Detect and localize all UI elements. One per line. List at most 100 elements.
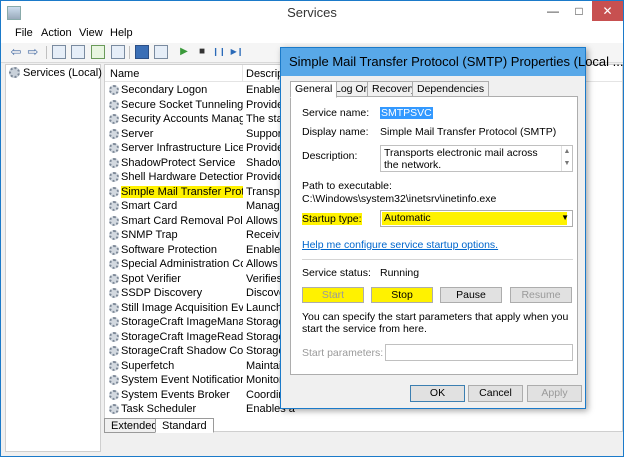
service-gear-icon — [109, 157, 119, 168]
window-title: Services — [287, 5, 337, 20]
service-gear-icon — [109, 143, 119, 153]
service-gear-icon — [109, 375, 119, 385]
service-name: Task Scheduler — [121, 403, 197, 415]
start-parameters-label: Start parameters: — [302, 347, 384, 359]
start-service-icon[interactable]: ▶ — [177, 45, 191, 59]
service-gear-icon — [109, 186, 119, 197]
column-header-name[interactable]: Name — [110, 68, 139, 80]
dialog-title-bar: Simple Mail Transfer Protocol (SMTP) Pro… — [281, 48, 624, 76]
path-label: Path to executable: — [302, 180, 392, 192]
divider — [302, 259, 573, 260]
pause-service-icon[interactable]: ❙❙ — [212, 45, 226, 59]
service-name: SSDP Discovery — [121, 287, 203, 299]
refresh-icon[interactable] — [91, 45, 105, 59]
close-button[interactable]: ✕ — [592, 1, 623, 21]
service-name: Still Image Acquisition Events — [121, 301, 243, 314]
service-gear-icon — [109, 230, 119, 240]
service-gear-icon — [109, 317, 119, 327]
startup-help-link[interactable]: Help me configure service startup option… — [302, 239, 498, 251]
service-gear-icon — [109, 389, 119, 400]
service-name: Spot Verifier — [121, 272, 181, 285]
toolbar-separator — [129, 46, 130, 59]
service-name-label: Service name: — [302, 107, 370, 119]
maximize-button[interactable]: □ — [567, 1, 591, 21]
service-status-value: Running — [380, 267, 420, 279]
description-scrollbar[interactable]: ▲ ▼ — [561, 146, 572, 171]
export-list-icon[interactable] — [111, 45, 125, 59]
title-bar: Services — □ ✕ — [1, 1, 623, 25]
service-gear-icon — [109, 360, 119, 371]
apply-button[interactable]: Apply — [527, 385, 582, 402]
tab-general[interactable]: General — [290, 81, 338, 98]
console-tree-icon[interactable] — [52, 45, 66, 59]
startup-type-select[interactable]: Automatic ▼ — [380, 210, 573, 227]
pause-button[interactable]: Pause — [440, 287, 502, 303]
service-name: Shell Hardware Detection — [121, 171, 243, 183]
column-divider[interactable] — [242, 65, 243, 82]
chevron-down-icon[interactable]: ▼ — [561, 213, 569, 222]
startup-type-label: Startup type: — [302, 213, 362, 225]
tab-standard[interactable]: Standard — [155, 418, 214, 433]
tab-dependencies[interactable]: Dependencies — [412, 81, 490, 97]
description-box[interactable]: Transports electronic mail across the ne… — [380, 145, 573, 172]
service-name: SNMP Trap — [121, 229, 178, 241]
restart-service-icon[interactable]: ▶❙ — [230, 45, 244, 59]
cancel-button[interactable]: Cancel — [468, 385, 523, 402]
service-gear-icon — [109, 114, 119, 124]
service-gear-icon — [109, 99, 119, 110]
display-name-label: Display name: — [302, 126, 369, 138]
service-gear-icon — [109, 346, 119, 356]
service-name-value[interactable]: SMTPSVC — [380, 107, 433, 119]
services-gear-icon — [9, 67, 20, 78]
forward-arrow-icon[interactable]: ⇨ — [26, 45, 40, 59]
service-name: StorageCraft ImageReady — [121, 330, 243, 343]
service-name: Secure Socket Tunneling Pr... — [121, 98, 243, 111]
service-gear-icon — [109, 331, 119, 342]
ok-button[interactable]: OK — [410, 385, 465, 402]
service-name: Software Protection — [121, 243, 217, 256]
dialog-title: Simple Mail Transfer Protocol (SMTP) Pro… — [289, 54, 624, 69]
description-text: Transports electronic mail across the ne… — [384, 147, 538, 171]
service-gear-icon — [109, 273, 119, 284]
service-name: System Events Broker — [121, 388, 230, 401]
menu-view[interactable]: View — [79, 27, 103, 39]
tree-item-label: Services (Local) — [23, 67, 102, 79]
menu-file[interactable]: File — [15, 27, 33, 39]
service-name: System Event Notification S... — [121, 374, 243, 386]
menu-action[interactable]: Action — [41, 27, 72, 39]
service-name: Secondary Logon — [121, 84, 208, 96]
service-name-text[interactable]: SMTPSVC — [380, 107, 433, 119]
service-gear-icon — [109, 244, 119, 255]
tree-item-services-local[interactable]: Services (Local) — [9, 67, 102, 79]
service-name: Special Administration Con... — [121, 258, 243, 270]
service-gear-icon — [109, 215, 119, 226]
start-button[interactable]: Start — [302, 287, 364, 303]
menu-help[interactable]: Help — [110, 27, 133, 39]
service-gear-icon — [109, 172, 119, 182]
service-gear-icon — [109, 128, 119, 139]
service-name: Smart Card Removal Policy — [121, 214, 243, 227]
start-parameters-note: You can specify the start parameters tha… — [302, 311, 569, 335]
service-status-label: Service status: — [302, 267, 371, 279]
show-hide-action-pane-icon[interactable] — [154, 45, 168, 59]
service-name: StorageCraft ImageManager — [121, 316, 243, 328]
properties-sheet-icon[interactable] — [71, 45, 85, 59]
resume-button[interactable]: Resume — [510, 287, 572, 303]
help-icon[interactable] — [135, 45, 149, 59]
stop-service-icon[interactable]: ■ — [195, 45, 209, 59]
column-header-description[interactable]: Descrip — [246, 68, 283, 80]
start-parameters-input[interactable] — [385, 344, 573, 361]
service-name: Security Accounts Manager — [121, 113, 243, 125]
console-tree: Services (Local) — [5, 64, 102, 452]
service-gear-icon — [109, 302, 119, 313]
service-gear-icon — [109, 259, 119, 269]
service-name: Smart Card — [121, 200, 178, 212]
general-tab-panel: Service name: SMTPSVC Display name: Simp… — [290, 96, 578, 375]
startup-type-value[interactable]: Automatic — [382, 212, 567, 225]
display-name-value: Simple Mail Transfer Protocol (SMTP) — [380, 126, 557, 138]
back-arrow-icon[interactable]: ⇦ — [9, 45, 23, 59]
stop-button[interactable]: Stop — [371, 287, 433, 303]
minimize-button[interactable]: — — [541, 1, 565, 21]
menu-bar: File Action View Help — [1, 25, 623, 43]
service-name: StorageCraft Shadow Copy ... — [121, 345, 243, 357]
